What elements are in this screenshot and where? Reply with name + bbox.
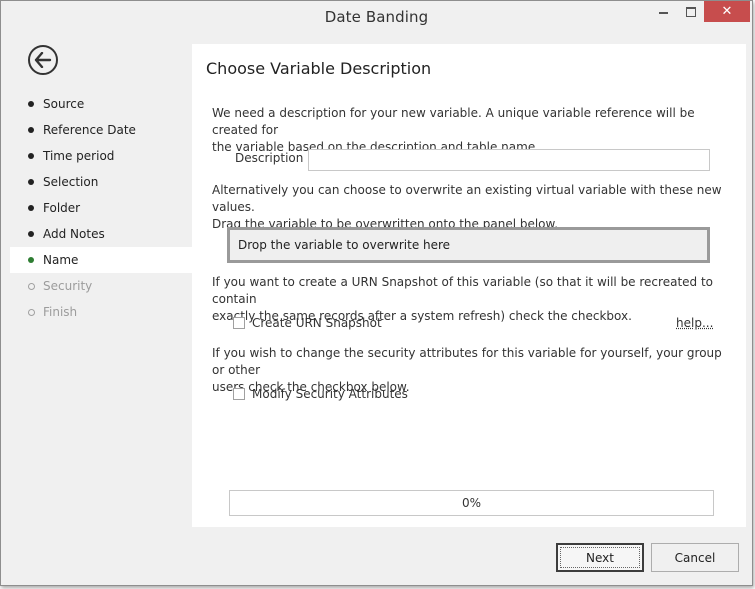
wizard-window: Date Banding ✕ Source Reference Date Tim…: [0, 0, 753, 586]
pending-step-bullet-icon: [28, 309, 35, 316]
page-title: Choose Variable Description: [206, 59, 432, 78]
pending-step-bullet-icon: [28, 283, 35, 290]
urn-text-line: If you want to create a URN Snapshot of …: [212, 275, 714, 306]
progress-bar: 0%: [229, 490, 714, 516]
step-reference-date[interactable]: Reference Date: [10, 117, 192, 143]
active-step-bullet-icon: [28, 257, 34, 263]
step-bullet-icon: [28, 153, 34, 159]
urn-snapshot-option[interactable]: Create URN Snapshot: [233, 316, 382, 330]
title-bar[interactable]: Date Banding ✕: [1, 1, 752, 33]
back-button[interactable]: [28, 45, 58, 75]
overwrite-text: Alternatively you can choose to overwrit…: [212, 182, 722, 233]
overwrite-drop-zone[interactable]: Drop the variable to overwrite here: [227, 227, 710, 263]
step-bullet-icon: [28, 127, 34, 133]
step-label: Security: [43, 279, 93, 293]
step-bullet-icon: [28, 205, 34, 211]
cancel-button[interactable]: Cancel: [651, 543, 739, 572]
step-selection[interactable]: Selection: [10, 169, 192, 195]
step-source[interactable]: Source: [10, 91, 192, 117]
minimize-icon: [658, 11, 668, 14]
step-bullet-icon: [28, 231, 34, 237]
step-label: Folder: [43, 201, 81, 215]
progress-text: 0%: [461, 496, 482, 510]
step-add-notes[interactable]: Add Notes: [10, 221, 192, 247]
step-folder[interactable]: Folder: [10, 195, 192, 221]
step-bullet-icon: [28, 179, 34, 185]
drop-zone-label: Drop the variable to overwrite here: [238, 238, 451, 252]
next-button-label: Next: [586, 550, 614, 565]
wizard-sidebar: Source Reference Date Time period Select…: [10, 34, 192, 527]
step-security: Security: [10, 273, 192, 299]
step-name[interactable]: Name: [10, 247, 192, 273]
urn-snapshot-label: Create URN Snapshot: [252, 316, 382, 330]
overwrite-text-line: Alternatively you can choose to overwrit…: [212, 183, 722, 214]
maximize-icon: [686, 6, 696, 17]
security-text-line: If you wish to change the security attri…: [212, 346, 722, 377]
step-bullet-icon: [28, 101, 34, 107]
intro-text-line: We need a description for your new varia…: [212, 106, 695, 137]
step-label: Time period: [43, 149, 115, 163]
maximize-button[interactable]: [677, 1, 705, 22]
description-input[interactable]: [308, 149, 710, 171]
step-label: Name: [43, 253, 79, 267]
modify-security-label: Modify Security Attributes: [252, 387, 408, 401]
cancel-button-label: Cancel: [674, 550, 716, 565]
modify-security-option[interactable]: Modify Security Attributes: [233, 387, 408, 401]
content-panel: Choose Variable Description We need a de…: [192, 44, 746, 527]
step-label: Reference Date: [43, 123, 136, 137]
step-label: Finish: [43, 305, 78, 319]
close-button[interactable]: ✕: [704, 1, 750, 22]
urn-snapshot-checkbox[interactable]: [233, 317, 245, 329]
wizard-steps: Source Reference Date Time period Select…: [10, 91, 192, 325]
modify-security-checkbox[interactable]: [233, 388, 245, 400]
minimize-button[interactable]: [649, 1, 677, 22]
description-label: Description: [235, 151, 304, 165]
step-finish: Finish: [10, 299, 192, 325]
close-icon: ✕: [721, 4, 733, 19]
help-link[interactable]: help...: [676, 316, 713, 330]
window-title: Date Banding: [324, 8, 429, 26]
step-label: Selection: [43, 175, 99, 189]
next-button[interactable]: Next: [556, 543, 644, 572]
back-arrow-icon: [34, 52, 52, 68]
step-time-period[interactable]: Time period: [10, 143, 192, 169]
step-label: Source: [43, 97, 85, 111]
step-label: Add Notes: [43, 227, 105, 241]
